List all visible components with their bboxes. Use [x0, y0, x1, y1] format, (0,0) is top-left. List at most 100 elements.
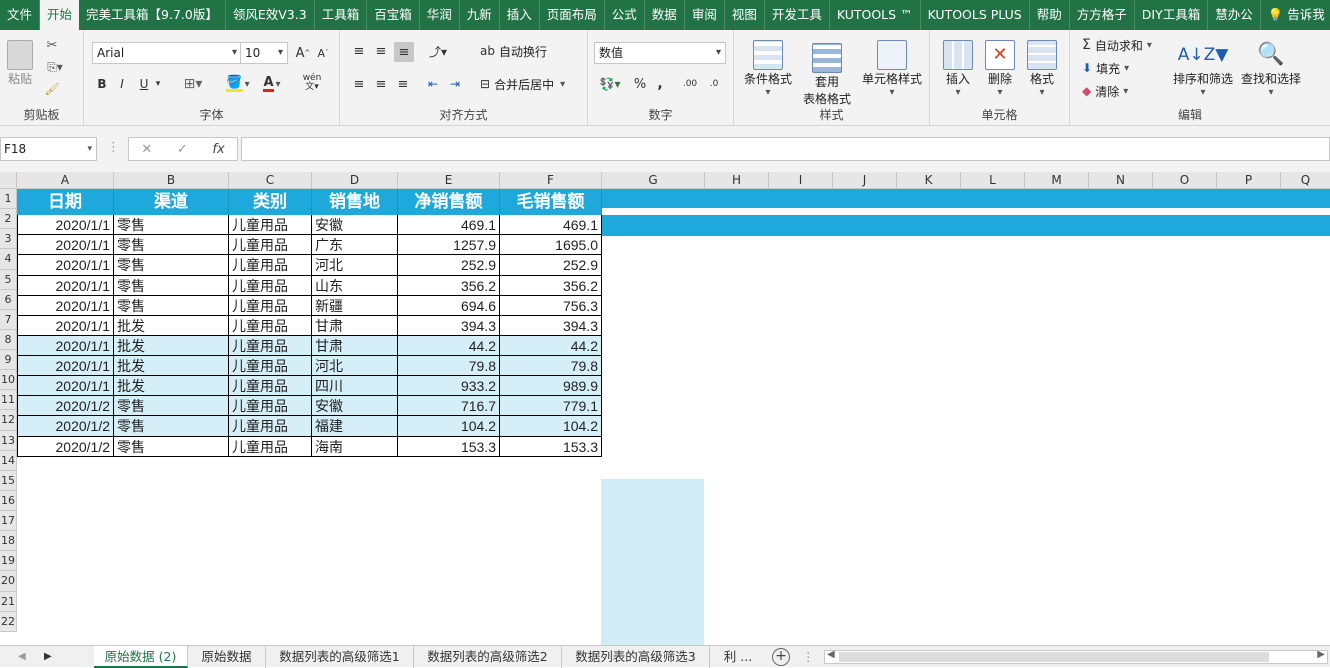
orientation-icon[interactable]: ⤴▾	[424, 42, 452, 60]
column-header[interactable]: J	[833, 172, 897, 189]
table-cell[interactable]: 儿童用品	[229, 215, 312, 236]
table-cell[interactable]: 山东	[312, 275, 398, 296]
menu-item[interactable]: 完美工具箱【9.7.0版】	[79, 0, 226, 30]
row-header[interactable]: 2	[0, 209, 17, 230]
table-cell[interactable]: 2020/1/1	[17, 376, 114, 397]
column-header[interactable]: A	[17, 172, 114, 189]
menu-item[interactable]: 慧办公	[1208, 0, 1261, 30]
table-cell[interactable]: 儿童用品	[229, 315, 312, 336]
menu-review[interactable]: 审阅	[685, 0, 725, 30]
table-cell[interactable]: 104.2	[398, 416, 500, 437]
column-header[interactable]: L	[961, 172, 1025, 189]
delete-cells-button[interactable]: ✕ 删除 ▾	[980, 34, 1020, 104]
table-cell[interactable]: 广东	[312, 235, 398, 256]
menu-file[interactable]: 文件	[0, 0, 41, 30]
enter-icon[interactable]: ✓	[177, 142, 188, 157]
table-cell[interactable]: 儿童用品	[229, 356, 312, 377]
table-cell[interactable]: 44.2	[500, 335, 602, 357]
row-header[interactable]: 11	[0, 390, 17, 411]
row-header[interactable]: 1	[0, 189, 17, 210]
table-cell[interactable]: 2020/1/2	[17, 396, 114, 417]
menu-item[interactable]: 九新	[460, 0, 500, 30]
tab-scroll-right-icon[interactable]: ▶	[44, 646, 58, 668]
bold-button[interactable]: B	[94, 75, 110, 93]
scroll-left-icon[interactable]: ◀	[827, 649, 835, 660]
table-cell[interactable]: 海南	[312, 436, 398, 457]
cut-icon[interactable]: ✂	[42, 36, 62, 54]
table-cell[interactable]: 694.6	[398, 295, 500, 316]
menu-item[interactable]: 百宝箱	[367, 0, 420, 30]
table-cell[interactable]: 甘肃	[312, 335, 398, 357]
table-cell[interactable]: 2020/1/1	[17, 315, 114, 336]
row-header[interactable]: 9	[0, 350, 17, 371]
table-cell[interactable]: 756.3	[500, 295, 602, 316]
table-cell[interactable]: 福建	[312, 416, 398, 437]
scroll-thumb[interactable]	[839, 652, 1269, 662]
merge-center-button[interactable]: ⊟ 合并后居中 ▾	[480, 75, 580, 93]
accounting-icon[interactable]: 💱▾	[596, 75, 624, 93]
add-sheet-icon[interactable]: +	[772, 648, 790, 666]
table-cell[interactable]: 零售	[114, 416, 229, 437]
table-cell[interactable]: 儿童用品	[229, 275, 312, 296]
column-header[interactable]: C	[229, 172, 312, 189]
tab-sheet[interactable]: 数据列表的高级筛选3	[562, 646, 710, 668]
table-cell[interactable]: 394.3	[500, 315, 602, 336]
row-header[interactable]: 18	[0, 531, 17, 552]
font-color-button[interactable]: A ▾	[256, 75, 288, 93]
row-header[interactable]: 13	[0, 430, 17, 451]
row-header[interactable]: 20	[0, 571, 17, 592]
row-header[interactable]: 15	[0, 470, 17, 491]
menu-help[interactable]: 帮助	[1030, 0, 1070, 30]
selected-cell-highlight[interactable]	[601, 479, 704, 645]
row-header[interactable]: 5	[0, 269, 17, 290]
table-cell[interactable]: 批发	[114, 315, 229, 336]
table-cell[interactable]: 儿童用品	[229, 255, 312, 276]
table-cell[interactable]: 零售	[114, 255, 229, 276]
font-size-select[interactable]: 10 ▾	[240, 42, 288, 64]
menu-formulas[interactable]: 公式	[605, 0, 645, 30]
row-header[interactable]: 12	[0, 410, 17, 431]
table-cell[interactable]: 零售	[114, 275, 229, 296]
insert-cells-button[interactable]: 插入 ▾	[938, 34, 978, 104]
format-cells-button[interactable]: 格式 ▾	[1022, 34, 1062, 104]
table-cell[interactable]: 79.8	[398, 356, 500, 377]
column-header[interactable]: B	[114, 172, 229, 189]
table-cell[interactable]: 2020/1/2	[17, 436, 114, 457]
row-header[interactable]: 3	[0, 229, 17, 250]
table-cell[interactable]: 河北	[312, 255, 398, 276]
table-cell[interactable]: 469.1	[500, 215, 602, 236]
table-header-cell[interactable]: 日期	[17, 189, 114, 216]
scroll-right-icon[interactable]: ▶	[1317, 649, 1325, 660]
percent-button[interactable]: %	[632, 75, 648, 93]
comma-button[interactable]: ,	[652, 75, 668, 93]
column-header[interactable]: D	[312, 172, 398, 189]
tab-sheet[interactable]: 原始数据	[188, 646, 266, 668]
table-cell[interactable]: 2020/1/1	[17, 275, 114, 296]
column-header[interactable]: H	[705, 172, 769, 189]
decrease-indent-icon[interactable]: ⇤	[424, 75, 442, 93]
number-format-select[interactable]: 数值 ▾	[594, 42, 726, 64]
table-header-cell[interactable]: 渠道	[114, 189, 229, 216]
table-cell[interactable]: 933.2	[398, 376, 500, 397]
paste-button[interactable]: 粘贴	[4, 36, 36, 90]
tab-sheet[interactable]: 数据列表的高级筛选1	[266, 646, 414, 668]
clear-button[interactable]: ◆ 清除 ▾	[1082, 82, 1174, 100]
table-cell[interactable]: 153.3	[398, 436, 500, 457]
align-center-icon[interactable]: ≡	[372, 75, 390, 93]
row-header[interactable]: 6	[0, 289, 17, 310]
cell-styles-button[interactable]: 单元格样式 ▾	[858, 34, 926, 104]
table-cell[interactable]: 零售	[114, 215, 229, 236]
column-header[interactable]: G	[602, 172, 705, 189]
table-cell[interactable]: 356.2	[398, 275, 500, 296]
table-cell[interactable]: 安徽	[312, 215, 398, 236]
font-name-select[interactable]: Arial ▾	[92, 42, 242, 64]
underline-button[interactable]: U	[136, 75, 152, 93]
column-header[interactable]: I	[769, 172, 833, 189]
column-header[interactable]: O	[1153, 172, 1217, 189]
table-cell[interactable]: 批发	[114, 335, 229, 357]
autosum-button[interactable]: Σ 自动求和 ▾	[1082, 36, 1174, 54]
copy-icon[interactable]: ⎘▾	[42, 58, 68, 76]
table-cell[interactable]: 252.9	[398, 255, 500, 276]
row-header[interactable]: 14	[0, 450, 17, 471]
table-cell[interactable]: 356.2	[500, 275, 602, 296]
